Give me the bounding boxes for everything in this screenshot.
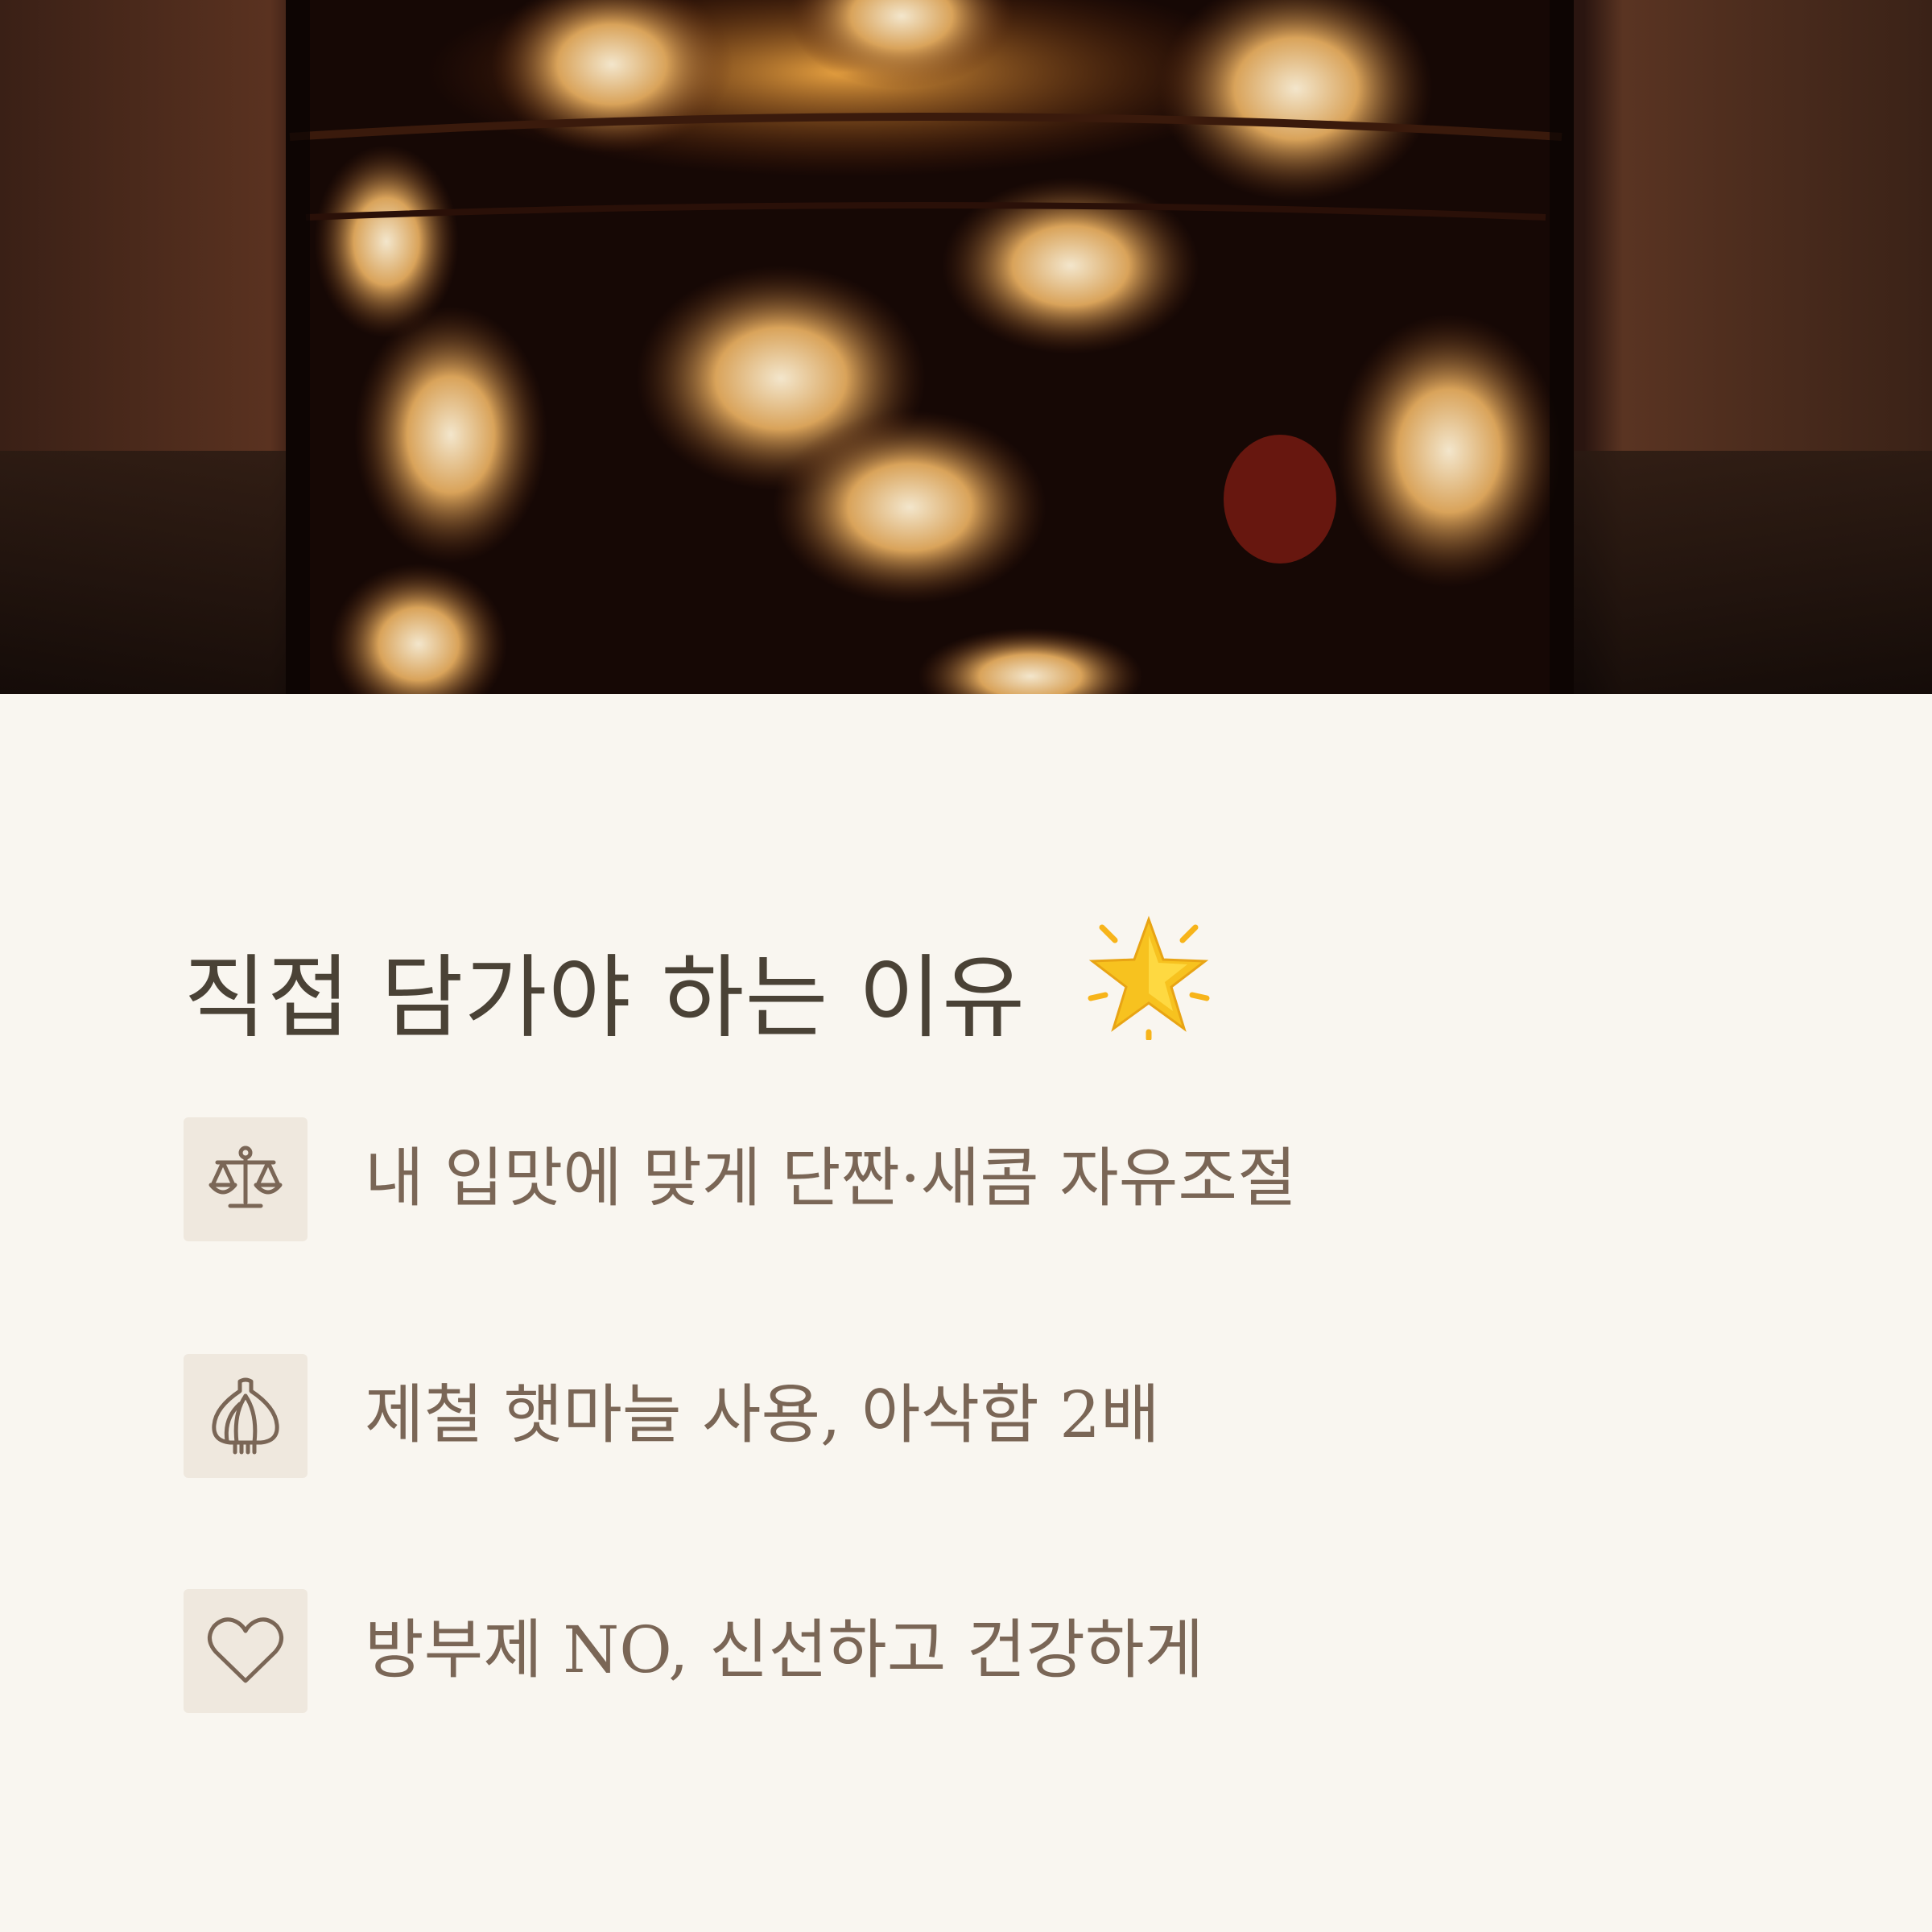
content-panel: 직접 담가야 하는 이유 내 입맛에 맞게 단짠·새콤 자유조절 제철 햇마늘 … <box>0 694 1932 1932</box>
reason-item-healthy: 방부제 NO, 신선하고 건강하게 <box>184 1589 1713 1713</box>
reason-text: 내 입맛에 맞게 단짠·새콤 자유조절 <box>365 1141 1297 1216</box>
balance-scale-icon <box>184 1117 308 1241</box>
heart-icon <box>184 1589 308 1713</box>
pickled-garlic-jar-image <box>0 0 1932 694</box>
section-title-text: 직접 담가야 하는 이유 <box>184 946 1026 1051</box>
reason-text: 제철 햇마늘 사용, 아삭함 2배 <box>365 1377 1160 1452</box>
reason-text: 방부제 NO, 신선하고 건강하게 <box>365 1612 1204 1687</box>
section-title: 직접 담가야 하는 이유 <box>184 911 1213 1066</box>
garlic-icon <box>184 1354 308 1478</box>
reason-item-garlic: 제철 햇마늘 사용, 아삭함 2배 <box>184 1354 1713 1478</box>
glowing-star-icon <box>1084 911 1213 1066</box>
reason-item-taste: 내 입맛에 맞게 단짠·새콤 자유조절 <box>184 1117 1713 1241</box>
hero-photo <box>0 0 1932 694</box>
